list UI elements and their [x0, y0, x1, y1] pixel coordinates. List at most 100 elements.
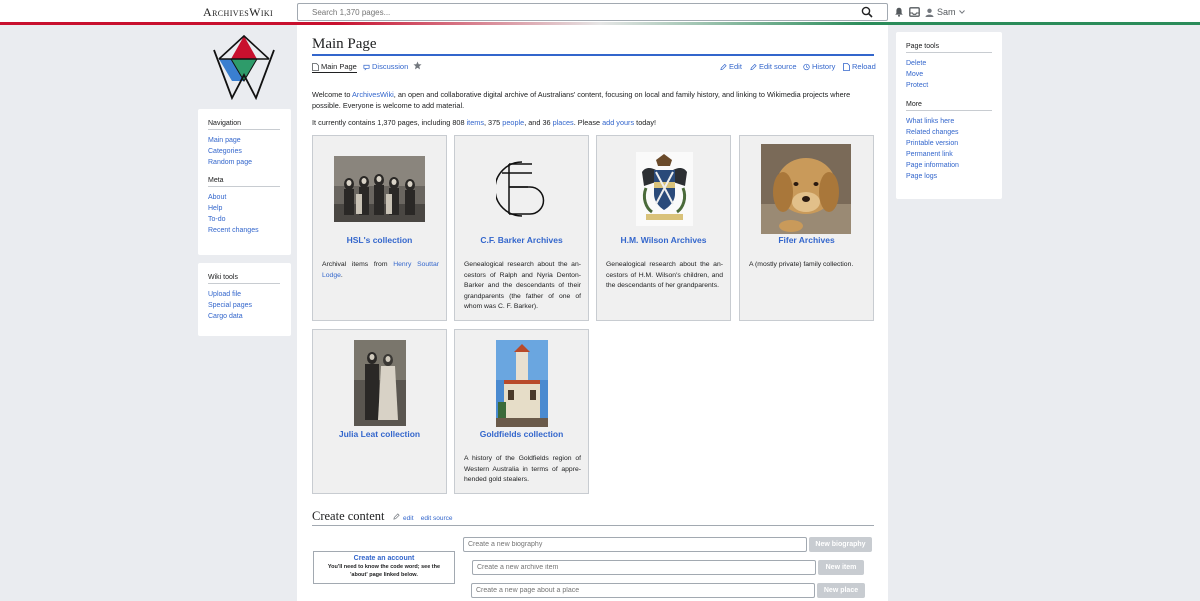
chevron-down-icon [958, 10, 965, 14]
collection-desc-text: Archival items from [322, 261, 394, 268]
collection-desc-hm-wilson: Genealogical research about the an­cesto… [606, 261, 723, 290]
archiveswiki-link[interactable]: ArchivesWiki [352, 90, 394, 99]
tool-what-links-here[interactable]: What links here [906, 118, 954, 125]
tab-reload[interactable]: Reload [843, 62, 876, 71]
collection-desc-text: . [340, 271, 343, 279]
collection-title-fifer[interactable]: Fifer Archives [740, 235, 873, 245]
create-account-link[interactable]: Create an account [314, 555, 454, 562]
sidebar-navigation: Navigation Main page Categories Random p… [198, 109, 291, 255]
inbox-icon[interactable] [909, 7, 920, 17]
collection-desc-goldfields: A history of the Goldfields region of We… [464, 455, 581, 484]
collection-desc-hsl: Archival items from Henry Souttar Lodge. [322, 260, 439, 281]
sidebar-item-main-page[interactable]: Main page [208, 137, 241, 144]
tab-discussion[interactable]: Discussion [363, 62, 408, 71]
goldfields-building-photo[interactable] [496, 340, 548, 427]
collection-desc-fifer: A (mostly private) family collection. [749, 261, 854, 268]
tab-main-page[interactable]: Main Page [312, 62, 357, 73]
edit-source-icon [750, 63, 757, 70]
places-link[interactable]: places [553, 118, 574, 127]
more-heading: More [906, 101, 992, 111]
page-tabs: Main Page Discussion Edit Edit source Hi… [312, 61, 876, 76]
collection-card-cf-barker: C.F. Barker Archives Genealogical resear… [454, 135, 589, 321]
collection-card-goldfields: Goldfields collection A history of the G… [454, 329, 589, 494]
tab-discussion-label: Discussion [372, 62, 409, 71]
user-menu[interactable]: Sam [925, 6, 965, 18]
new-place-input[interactable] [471, 583, 815, 598]
create-content-heading: Create content edit edit source [312, 509, 874, 526]
stats-paragraph: It currently contains 1,370 pages, inclu… [312, 118, 874, 127]
collection-desc-cf-barker: Genealogical research about the an­cesto… [464, 261, 581, 311]
sidebar-heading-navigation: Navigation [208, 120, 280, 130]
collection-title-hm-wilson[interactable]: H.M. Wilson Archives [597, 235, 730, 245]
collection-title-hsl[interactable]: HSL's collection [313, 235, 446, 245]
search-input[interactable] [312, 4, 852, 20]
stats-text: , 375 [484, 118, 503, 127]
sidebar-item-to-do[interactable]: To-do [208, 216, 226, 223]
sidebar-item-categories[interactable]: Categories [208, 148, 242, 155]
stats-text: , and 36 [524, 118, 553, 127]
sidebar-item-cargo-data[interactable]: Cargo data [208, 313, 243, 320]
people-link[interactable]: people [502, 118, 524, 127]
new-biography-button[interactable]: New biography [809, 537, 872, 552]
username: Sam [937, 7, 956, 17]
intro-paragraph: Welcome to ArchivesWiki, an open and col… [312, 90, 874, 111]
tool-move[interactable]: Move [906, 71, 923, 78]
julia-leat-photo[interactable] [354, 340, 406, 426]
watch-star-icon[interactable] [413, 61, 422, 70]
sidebar-item-about[interactable]: About [208, 194, 226, 201]
collection-card-fifer: Fifer Archives A (mostly private) family… [739, 135, 874, 321]
site-logo[interactable] [211, 34, 277, 100]
collection-title-cf-barker[interactable]: C.F. Barker Archives [455, 235, 588, 245]
tool-protect[interactable]: Protect [906, 82, 928, 89]
new-biography-input[interactable] [463, 537, 807, 552]
search-icon[interactable] [861, 6, 873, 18]
tab-history[interactable]: History [803, 62, 835, 71]
page-tools-heading: Page tools [906, 43, 992, 53]
tool-delete[interactable]: Delete [906, 60, 926, 67]
main-content: Main Page Main Page Discussion Edit Edit… [297, 25, 888, 601]
stats-text: today! [634, 118, 657, 127]
bell-icon[interactable] [894, 7, 904, 17]
tool-permanent-link[interactable]: Permanent link [906, 151, 953, 158]
create-account-box: Create an account You'll need to know th… [313, 551, 455, 584]
clock-icon [803, 63, 810, 70]
coat-of-arms-image[interactable] [636, 152, 693, 226]
collection-title-julia-leat[interactable]: Julia Leat collection [313, 429, 446, 439]
top-bar: ArchivesWiki Sam [0, 0, 1200, 22]
discussion-icon [363, 64, 370, 70]
site-wordmark[interactable]: ArchivesWiki [203, 5, 273, 20]
collection-card-hm-wilson: H.M. Wilson Archives Genealogical resear… [596, 135, 731, 321]
pencil-icon [720, 63, 727, 70]
cfb-monogram-logo[interactable] [496, 159, 546, 219]
tool-page-logs[interactable]: Page logs [906, 173, 937, 180]
tab-edit-label: Edit [729, 62, 742, 71]
tab-edit[interactable]: Edit [720, 62, 742, 71]
new-place-button[interactable]: New place [817, 583, 865, 598]
reload-icon [843, 62, 850, 71]
tab-edit-source[interactable]: Edit source [750, 62, 797, 71]
collection-title-goldfields[interactable]: Goldfields collection [455, 429, 588, 439]
tool-related-changes[interactable]: Related changes [906, 129, 959, 136]
tab-main-page-label: Main Page [321, 62, 357, 71]
section-edit-source-link[interactable]: edit source [421, 515, 453, 522]
sidebar-item-help[interactable]: Help [208, 205, 222, 212]
user-avatar-icon [925, 8, 934, 17]
sidebar-item-special-pages[interactable]: Special pages [208, 302, 252, 309]
section-edit-link[interactable]: edit [403, 515, 413, 522]
tab-reload-label: Reload [852, 62, 876, 71]
sidebar-item-upload-file[interactable]: Upload file [208, 291, 241, 298]
new-item-button[interactable]: New item [818, 560, 864, 575]
sidebar-item-recent-changes[interactable]: Recent changes [208, 227, 259, 234]
items-link[interactable]: items [467, 118, 484, 127]
tool-printable-version[interactable]: Printable version [906, 140, 958, 147]
page-tools-panel: Page tools Delete Move Protect More What… [896, 32, 1002, 199]
tool-page-information[interactable]: Page information [906, 162, 959, 169]
golden-retriever-photo[interactable] [761, 144, 851, 234]
hsl-group-photo[interactable] [334, 156, 425, 222]
search-box[interactable] [297, 3, 888, 21]
intro-text-before: Welcome to [312, 90, 353, 99]
new-archive-item-input[interactable] [472, 560, 816, 575]
add-yours-link[interactable]: add yours [602, 118, 634, 127]
sidebar-item-random-page[interactable]: Random page [208, 159, 252, 166]
create-content-title: Create content [312, 509, 385, 523]
